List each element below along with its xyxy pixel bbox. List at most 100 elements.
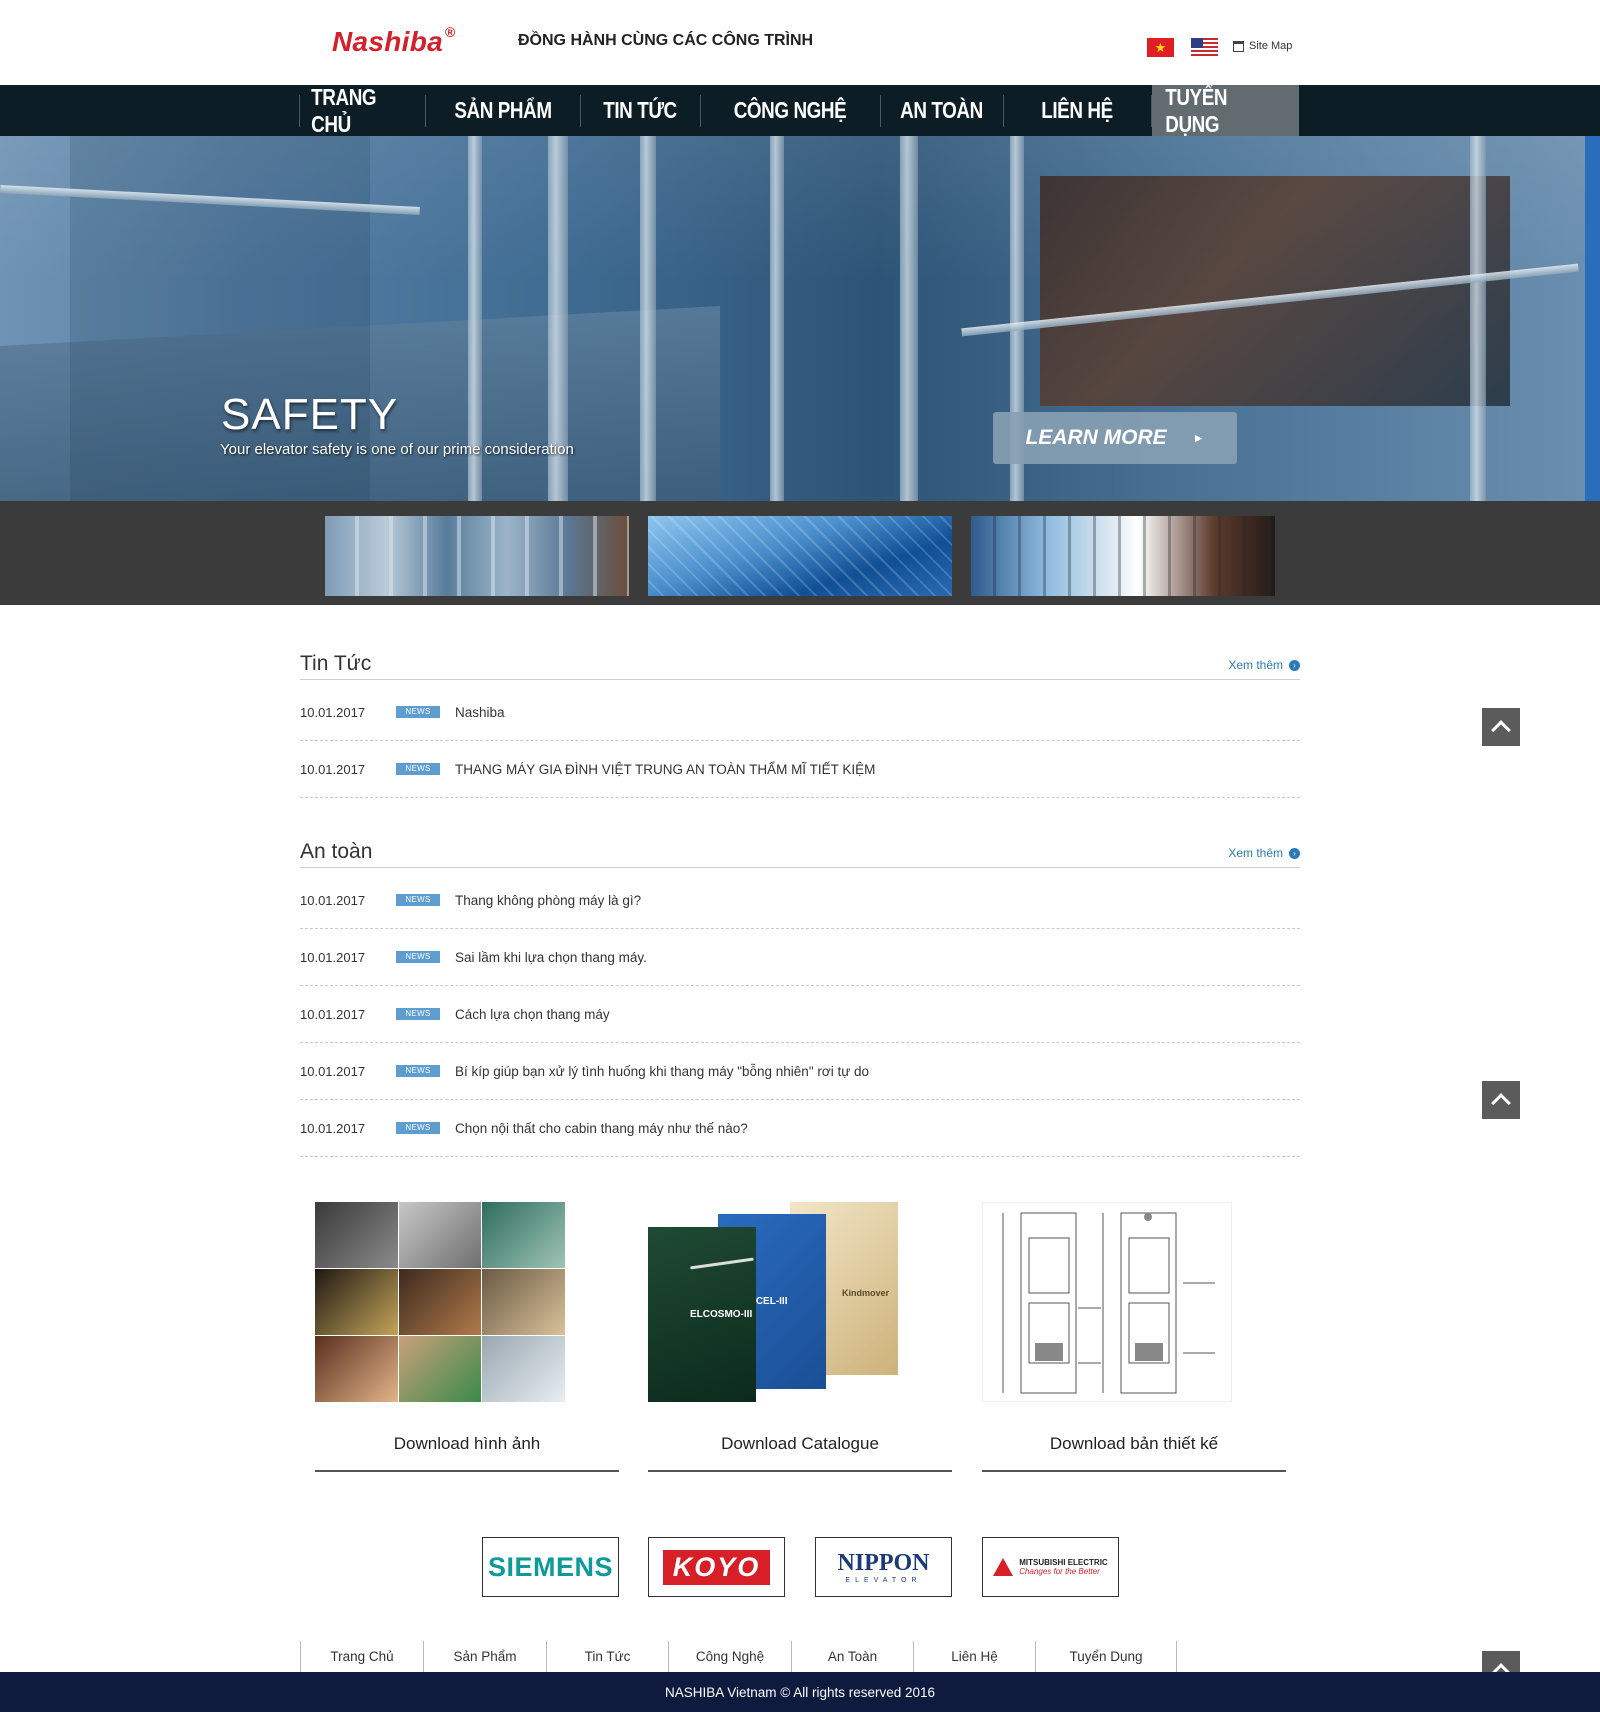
- news-date: 10.01.2017: [300, 1063, 366, 1079]
- nav-item-tin-tuc[interactable]: TIN TỨC: [592, 85, 689, 136]
- nav-divider: [700, 95, 701, 127]
- news-title[interactable]: Sai lầm khi lựa chọn thang máy.: [455, 950, 647, 965]
- safety-see-more-link[interactable]: Xem thêm ›: [1228, 846, 1300, 860]
- arrow-circle-icon: ›: [1289, 659, 1300, 671]
- slide-thumbnail[interactable]: [971, 516, 1275, 596]
- hero-pillar: [640, 136, 656, 501]
- copyright-text: NASHIBA Vietnam © All rights reserved 20…: [664, 1684, 936, 1700]
- download-images-label: Download hình ảnh: [393, 1434, 541, 1453]
- hero-pillar: [900, 136, 918, 501]
- brochure: ELCOSMO-III: [648, 1227, 756, 1402]
- partner-mitsubishi-logo[interactable]: MITSUBISHI ELECTRIC Changes for the Bette…: [982, 1537, 1119, 1597]
- news-badge: NEWS: [396, 706, 440, 718]
- nav-divider: [1151, 95, 1152, 127]
- back-to-top-button[interactable]: [1482, 708, 1520, 746]
- footer-link-cong-nghe[interactable]: Công Nghệ: [668, 1641, 791, 1672]
- list-item[interactable]: 10.01.2017 NEWS Bí kíp giúp bạn xử lý tì…: [300, 1043, 1300, 1100]
- hero-pillar: [770, 136, 784, 501]
- news-date: 10.01.2017: [300, 892, 366, 908]
- vietnam-flag-icon[interactable]: ★: [1147, 38, 1174, 57]
- brochure-3-label: Kindmover: [842, 1288, 890, 1298]
- partner-koyo-logo[interactable]: KOYO: [648, 1537, 785, 1597]
- list-item[interactable]: 10.01.2017 NEWS Sai lầm khi lựa chọn tha…: [300, 929, 1300, 986]
- back-to-top-button[interactable]: [1482, 1081, 1520, 1119]
- slogan: ĐỒNG HÀNH CÙNG CÁC CÔNG TRÌNH: [518, 32, 814, 49]
- divider: [982, 1470, 1286, 1472]
- nav-item-lien-he[interactable]: LIÊN HỆ: [1017, 85, 1137, 136]
- footer-link-tin-tuc[interactable]: Tin Tức: [546, 1641, 668, 1672]
- list-item[interactable]: 10.01.2017 NEWS Chọn nội thất cho cabin …: [300, 1100, 1300, 1157]
- news-title[interactable]: Cách lựa chọn thang máy: [455, 1007, 610, 1022]
- news-see-more-link[interactable]: Xem thêm ›: [1228, 658, 1300, 672]
- news-date: 10.01.2017: [300, 1006, 366, 1022]
- chevron-up-icon: [1491, 1093, 1511, 1113]
- nav-item-trang-chu[interactable]: TRANG CHỦ: [311, 84, 413, 137]
- site-footer: NASHIBA Vietnam © All rights reserved 20…: [0, 1672, 1600, 1712]
- nav-item-an-toan[interactable]: AN TOÀN: [892, 85, 991, 136]
- news-title[interactable]: Bí kíp giúp bạn xử lý tình huống khi tha…: [455, 1064, 869, 1079]
- list-item[interactable]: 10.01.2017 NEWS Nashiba: [300, 684, 1300, 741]
- us-flag-icon[interactable]: [1191, 38, 1218, 57]
- download-images-card[interactable]: Download hình ảnh: [315, 1202, 619, 1472]
- list-item[interactable]: 10.01.2017 NEWS Thang không phòng máy là…: [300, 872, 1300, 929]
- learn-more-button[interactable]: LEARN MORE ►: [993, 412, 1237, 464]
- slide-thumbnail[interactable]: [648, 516, 952, 596]
- siemens-wordmark: SIEMENS: [487, 1551, 614, 1582]
- registered-mark: ®: [445, 23, 456, 40]
- hero-dark-wall: [1040, 176, 1510, 406]
- nav-divider: [299, 95, 300, 127]
- news-section-title: Tin Tức: [300, 652, 372, 675]
- mitsubishi-wordmark: MITSUBISHI ELECTRIC: [1019, 1558, 1108, 1567]
- mitsubishi-tagline: Changes for the Better: [1019, 1567, 1100, 1576]
- list-item[interactable]: 10.01.2017 NEWS Cách lựa chọn thang máy: [300, 986, 1300, 1043]
- news-section-header: Tin Tức Xem thêm ›: [300, 652, 1300, 680]
- hero-subtitle: Your elevator safety is one of our prime…: [220, 441, 574, 458]
- download-design-label: Download bản thiết kế: [1049, 1434, 1219, 1453]
- sitemap-link[interactable]: Site Map: [1233, 40, 1292, 52]
- footer-link-an-toan[interactable]: An Toàn: [791, 1641, 913, 1672]
- interior-collage-image: [315, 1202, 565, 1402]
- footer-link-san-pham[interactable]: Sản Phẩm: [423, 1641, 546, 1672]
- news-title[interactable]: Thang không phòng máy là gì?: [455, 893, 641, 908]
- news-date: 10.01.2017: [300, 1120, 366, 1136]
- news-date: 10.01.2017: [300, 949, 366, 965]
- safety-section-header: An toàn Xem thêm ›: [300, 840, 1300, 868]
- safety-section-title: An toàn: [300, 840, 373, 863]
- nav-divider: [425, 95, 426, 127]
- nav-item-cong-nghe[interactable]: CÔNG NGHỆ: [717, 85, 863, 136]
- nashiba-logo[interactable]: Nashiba ®: [332, 23, 456, 58]
- nippon-subtitle: ELEVATOR: [845, 1577, 922, 1584]
- partner-siemens-logo[interactable]: SIEMENS: [482, 1537, 619, 1597]
- nav-divider: [1003, 95, 1004, 127]
- news-title[interactable]: THANG MÁY GIA ĐÌNH VIỆT TRUNG AN TOÀN TH…: [455, 762, 875, 777]
- logo-text: Nashiba: [332, 26, 444, 57]
- see-more-label: Xem thêm: [1228, 658, 1283, 672]
- nav-item-san-pham[interactable]: SẢN PHẨM: [440, 85, 566, 136]
- news-badge: NEWS: [396, 763, 440, 775]
- list-item[interactable]: 10.01.2017 NEWS THANG MÁY GIA ĐÌNH VIỆT …: [300, 741, 1300, 798]
- news-title[interactable]: Nashiba: [455, 705, 505, 720]
- download-design-card[interactable]: Download bản thiết kế: [982, 1202, 1286, 1472]
- main-nav: TRANG CHỦ SẢN PHẨM TIN TỨC CÔNG NGHỆ AN …: [0, 84, 1600, 137]
- footer-link-trang-chu[interactable]: Trang Chủ: [300, 1641, 423, 1672]
- divider: [648, 1470, 952, 1472]
- nippon-wordmark: NIPPON: [837, 1550, 930, 1576]
- hero-banner: SAFETY Your elevator safety is one of ou…: [0, 136, 1600, 501]
- arrow-circle-icon: ›: [1289, 847, 1300, 859]
- hero-edge: [1585, 136, 1600, 501]
- nav-item-tuyen-dung[interactable]: TUYỂN DỤNG: [1165, 84, 1286, 137]
- sitemap-label: Site Map: [1249, 40, 1293, 52]
- brochure-1-label: ELCOSMO-III: [690, 1309, 753, 1320]
- blueprint-drawing: [1002, 1212, 1215, 1394]
- footer-link-tuyen-dung[interactable]: Tuyển Dụng: [1035, 1641, 1176, 1672]
- slide-thumbnail[interactable]: [325, 516, 629, 596]
- footer-link-lien-he[interactable]: Liên Hệ: [913, 1641, 1035, 1672]
- news-badge: NEWS: [396, 1008, 440, 1020]
- partner-nippon-logo[interactable]: NIPPON ELEVATOR: [815, 1537, 952, 1597]
- download-catalogue-card[interactable]: Kindmover SPACEL-III ELCOSMO-III Downloa…: [648, 1202, 952, 1472]
- hero-title: SAFETY: [221, 390, 399, 439]
- nav-divider: [580, 95, 581, 127]
- chevron-up-icon: [1491, 720, 1511, 740]
- sitemap-icon: [1233, 40, 1244, 52]
- news-title[interactable]: Chọn nội thất cho cabin thang máy như th…: [455, 1121, 748, 1136]
